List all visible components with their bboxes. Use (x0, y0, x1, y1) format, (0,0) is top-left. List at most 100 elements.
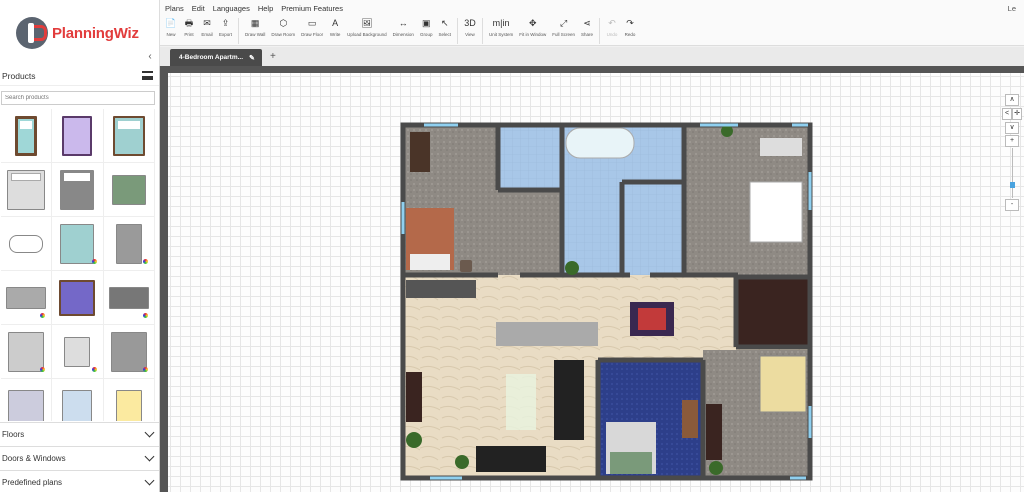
menu-premium-features[interactable]: Premium Features (281, 4, 343, 13)
draw-floor-icon: ▭ (307, 18, 317, 28)
redo-icon: ↷ (626, 18, 634, 28)
product-double-bed-gray[interactable] (52, 163, 104, 217)
tab-pin-icon[interactable]: ✎ (249, 54, 255, 62)
dimension-icon: ↔ (398, 18, 408, 28)
dimension-button[interactable]: ↔ Dimension (390, 16, 417, 37)
print-button[interactable]: 🖶 Print (180, 16, 198, 37)
product-dark-bed[interactable] (103, 325, 155, 379)
view-icon: 3D (464, 18, 476, 28)
product-gray-bed[interactable] (103, 217, 155, 271)
section-doors-windows[interactable]: Doors & Windows (0, 446, 159, 470)
new-button[interactable]: 📄 New (162, 16, 180, 37)
draw-wall-button[interactable]: ▦ Draw Wall (242, 16, 268, 37)
menu-edit[interactable]: Edit (192, 4, 205, 13)
toolbar-separator (599, 18, 601, 44)
app-name: PlanningWiz (52, 24, 139, 42)
color-options-icon[interactable] (142, 313, 148, 318)
add-tab-button[interactable]: + (266, 50, 280, 64)
product-yellow-bed[interactable] (104, 379, 155, 421)
document-tabs: 4-Bedroom Apartm... ✎ + (160, 47, 1024, 66)
product-single-bed[interactable] (1, 109, 53, 163)
drawing-canvas[interactable]: ∧ < ✛ ∨ + - (160, 66, 1024, 492)
draw-floor-button[interactable]: ▭ Draw Floor (298, 16, 326, 37)
logo-icon (16, 17, 48, 49)
product-teal-bed[interactable] (103, 109, 155, 163)
undo-icon: ↶ (608, 18, 616, 28)
collapse-sidebar-icon[interactable]: ‹ (143, 50, 157, 64)
undo-button[interactable]: ↶ Undo (603, 16, 621, 37)
zoom-out-button[interactable]: - (1005, 199, 1019, 211)
toolbar-label: Full Screen (552, 32, 576, 37)
search-products-input[interactable] (1, 91, 155, 105)
toolbar-label: Draw Wall (245, 32, 266, 37)
vertical-ruler (160, 66, 168, 492)
user-menu[interactable]: Le (1008, 4, 1016, 13)
zoom-slider-handle[interactable] (1009, 182, 1015, 188)
menu-help[interactable]: Help (258, 4, 273, 13)
floor-plan[interactable] (400, 122, 813, 481)
toolbar-label: View (465, 32, 475, 37)
unit-system-button[interactable]: m|in Unit System (486, 16, 516, 37)
menu-plans[interactable]: Plans (165, 4, 184, 13)
section-predefined-plans[interactable]: Predefined plans (0, 470, 159, 492)
section-floors[interactable]: Floors (0, 422, 159, 446)
product-teal-double-bed[interactable] (52, 217, 104, 271)
menu-languages[interactable]: Languages (213, 4, 250, 13)
toolbar-label: New (166, 32, 176, 37)
pan-left-button[interactable]: < (1002, 108, 1012, 120)
color-options-icon[interactable] (91, 259, 97, 264)
products-title: Products (2, 70, 36, 81)
group-icon: ▣ (421, 18, 431, 28)
color-options-icon[interactable] (142, 367, 148, 372)
menu-icon[interactable] (142, 71, 153, 80)
product-purple-bed[interactable] (52, 109, 104, 163)
tab-floorplan[interactable]: 4-Bedroom Apartm... ✎ (170, 49, 262, 66)
toolbar-separator (238, 18, 240, 44)
center-view-button[interactable]: ✛ (1012, 108, 1022, 120)
product-blue-bed[interactable] (52, 379, 104, 421)
product-bed-green[interactable] (103, 163, 155, 217)
product-purple-rug[interactable] (52, 271, 104, 325)
pan-up-button[interactable]: ∧ (1005, 94, 1019, 106)
chevron-down-icon (144, 475, 155, 486)
upload-background-icon: 🖼 (361, 18, 373, 28)
product-double-bed-white[interactable] (1, 163, 53, 217)
pan-down-button[interactable]: ∨ (1005, 122, 1019, 134)
view-button[interactable]: 3D View (461, 16, 479, 37)
select-button[interactable]: ↖ Select (435, 16, 454, 37)
toolbar-label: Export (219, 32, 233, 37)
group-button[interactable]: ▣ Group (417, 16, 436, 37)
products-header[interactable]: Products (0, 66, 159, 86)
menu-bar: Plans Edit Languages Help Premium Featur… (160, 0, 1024, 16)
toolbar-label: Fit in Window (519, 32, 547, 37)
sidebar-sections: Floors Doors & Windows Predefined plans (0, 422, 159, 492)
fit-in-window-button[interactable]: ✥ Fit in Window (516, 16, 549, 37)
product-dark-sofa[interactable] (103, 271, 155, 325)
upload-background-button[interactable]: 🖼 Upload Background (344, 16, 390, 37)
redo-button[interactable]: ↷ Redo (621, 16, 639, 37)
color-options-icon[interactable] (91, 367, 97, 372)
app-logo[interactable]: PlanningWiz (0, 0, 160, 66)
draw-room-button[interactable]: ⬡ Draw Room (268, 16, 298, 37)
horizontal-ruler (160, 66, 1024, 73)
fit-in-window-icon: ✥ (528, 18, 537, 28)
product-wide-bed[interactable] (1, 379, 53, 421)
zoom-slider[interactable] (1009, 148, 1015, 198)
product-king-bed[interactable] (1, 325, 53, 379)
export-button[interactable]: ⇪ Export (216, 16, 235, 37)
color-options-icon[interactable] (40, 313, 46, 318)
zoom-in-button[interactable]: + (1005, 135, 1019, 147)
export-icon: ⇪ (221, 18, 230, 28)
toolbar-label: Write (329, 32, 341, 37)
email-button[interactable]: ✉ Email (198, 16, 216, 37)
share-button[interactable]: ⋖ Share (578, 16, 596, 37)
full-screen-button[interactable]: ⤢ Full Screen (549, 16, 578, 37)
write-button[interactable]: A Write (326, 16, 344, 37)
product-gray-sofa[interactable] (1, 271, 53, 325)
product-bathtub[interactable] (1, 217, 53, 271)
color-options-icon[interactable] (142, 259, 148, 264)
product-twin-bed[interactable] (52, 325, 104, 379)
view-controls: ∧ < ✛ ∨ + - (1002, 93, 1022, 212)
share-icon: ⋖ (583, 18, 591, 28)
color-options-icon[interactable] (40, 367, 46, 372)
